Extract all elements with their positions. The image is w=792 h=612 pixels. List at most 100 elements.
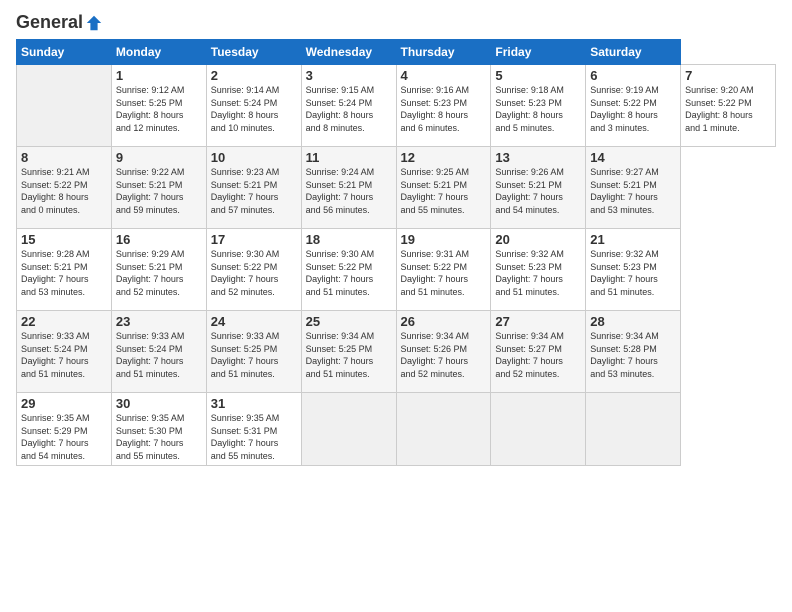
day-info: Sunrise: 9:33 AM Sunset: 5:24 PM Dayligh… (21, 330, 107, 380)
calendar-cell: 3Sunrise: 9:15 AM Sunset: 5:24 PM Daylig… (301, 65, 396, 147)
week-row-1: 1Sunrise: 9:12 AM Sunset: 5:25 PM Daylig… (17, 65, 776, 147)
day-info: Sunrise: 9:22 AM Sunset: 5:21 PM Dayligh… (116, 166, 202, 216)
day-info: Sunrise: 9:35 AM Sunset: 5:29 PM Dayligh… (21, 412, 107, 462)
calendar-cell: 29Sunrise: 9:35 AM Sunset: 5:29 PM Dayli… (17, 393, 112, 466)
day-info: Sunrise: 9:14 AM Sunset: 5:24 PM Dayligh… (211, 84, 297, 134)
calendar-cell: 11Sunrise: 9:24 AM Sunset: 5:21 PM Dayli… (301, 147, 396, 229)
calendar-cell: 31Sunrise: 9:35 AM Sunset: 5:31 PM Dayli… (206, 393, 301, 466)
calendar-cell: 28Sunrise: 9:34 AM Sunset: 5:28 PM Dayli… (586, 311, 681, 393)
day-number: 25 (306, 314, 392, 329)
day-info: Sunrise: 9:12 AM Sunset: 5:25 PM Dayligh… (116, 84, 202, 134)
calendar-cell: 22Sunrise: 9:33 AM Sunset: 5:24 PM Dayli… (17, 311, 112, 393)
calendar-cell: 24Sunrise: 9:33 AM Sunset: 5:25 PM Dayli… (206, 311, 301, 393)
day-info: Sunrise: 9:34 AM Sunset: 5:28 PM Dayligh… (590, 330, 676, 380)
day-info: Sunrise: 9:28 AM Sunset: 5:21 PM Dayligh… (21, 248, 107, 298)
day-number: 30 (116, 396, 202, 411)
week-row-2: 8Sunrise: 9:21 AM Sunset: 5:22 PM Daylig… (17, 147, 776, 229)
day-info: Sunrise: 9:34 AM Sunset: 5:27 PM Dayligh… (495, 330, 581, 380)
column-header-tuesday: Tuesday (206, 40, 301, 65)
calendar: SundayMondayTuesdayWednesdayThursdayFrid… (16, 39, 776, 466)
day-info: Sunrise: 9:30 AM Sunset: 5:22 PM Dayligh… (211, 248, 297, 298)
day-info: Sunrise: 9:24 AM Sunset: 5:21 PM Dayligh… (306, 166, 392, 216)
logo-general-text: General (16, 12, 83, 33)
calendar-cell: 13Sunrise: 9:26 AM Sunset: 5:21 PM Dayli… (491, 147, 586, 229)
day-info: Sunrise: 9:34 AM Sunset: 5:26 PM Dayligh… (401, 330, 487, 380)
logo: General (16, 12, 103, 31)
day-info: Sunrise: 9:30 AM Sunset: 5:22 PM Dayligh… (306, 248, 392, 298)
calendar-cell: 8Sunrise: 9:21 AM Sunset: 5:22 PM Daylig… (17, 147, 112, 229)
calendar-cell: 27Sunrise: 9:34 AM Sunset: 5:27 PM Dayli… (491, 311, 586, 393)
day-number: 27 (495, 314, 581, 329)
day-number: 2 (211, 68, 297, 83)
calendar-header-row: SundayMondayTuesdayWednesdayThursdayFrid… (17, 40, 776, 65)
day-number: 29 (21, 396, 107, 411)
calendar-cell: 1Sunrise: 9:12 AM Sunset: 5:25 PM Daylig… (111, 65, 206, 147)
week-row-3: 15Sunrise: 9:28 AM Sunset: 5:21 PM Dayli… (17, 229, 776, 311)
day-info: Sunrise: 9:23 AM Sunset: 5:21 PM Dayligh… (211, 166, 297, 216)
day-info: Sunrise: 9:32 AM Sunset: 5:23 PM Dayligh… (495, 248, 581, 298)
calendar-cell: 25Sunrise: 9:34 AM Sunset: 5:25 PM Dayli… (301, 311, 396, 393)
day-info: Sunrise: 9:19 AM Sunset: 5:22 PM Dayligh… (590, 84, 676, 134)
column-header-monday: Monday (111, 40, 206, 65)
calendar-cell: 6Sunrise: 9:19 AM Sunset: 5:22 PM Daylig… (586, 65, 681, 147)
calendar-cell (396, 393, 491, 466)
day-number: 18 (306, 232, 392, 247)
day-number: 28 (590, 314, 676, 329)
calendar-cell: 14Sunrise: 9:27 AM Sunset: 5:21 PM Dayli… (586, 147, 681, 229)
calendar-cell: 20Sunrise: 9:32 AM Sunset: 5:23 PM Dayli… (491, 229, 586, 311)
week-row-5: 29Sunrise: 9:35 AM Sunset: 5:29 PM Dayli… (17, 393, 776, 466)
calendar-cell: 17Sunrise: 9:30 AM Sunset: 5:22 PM Dayli… (206, 229, 301, 311)
calendar-cell (301, 393, 396, 466)
day-info: Sunrise: 9:21 AM Sunset: 5:22 PM Dayligh… (21, 166, 107, 216)
day-info: Sunrise: 9:15 AM Sunset: 5:24 PM Dayligh… (306, 84, 392, 134)
calendar-cell: 16Sunrise: 9:29 AM Sunset: 5:21 PM Dayli… (111, 229, 206, 311)
day-number: 12 (401, 150, 487, 165)
day-info: Sunrise: 9:33 AM Sunset: 5:25 PM Dayligh… (211, 330, 297, 380)
day-info: Sunrise: 9:34 AM Sunset: 5:25 PM Dayligh… (306, 330, 392, 380)
day-number: 5 (495, 68, 581, 83)
day-info: Sunrise: 9:26 AM Sunset: 5:21 PM Dayligh… (495, 166, 581, 216)
day-number: 15 (21, 232, 107, 247)
day-info: Sunrise: 9:25 AM Sunset: 5:21 PM Dayligh… (401, 166, 487, 216)
day-info: Sunrise: 9:32 AM Sunset: 5:23 PM Dayligh… (590, 248, 676, 298)
day-number: 24 (211, 314, 297, 329)
day-info: Sunrise: 9:35 AM Sunset: 5:30 PM Dayligh… (116, 412, 202, 462)
calendar-cell: 19Sunrise: 9:31 AM Sunset: 5:22 PM Dayli… (396, 229, 491, 311)
day-number: 17 (211, 232, 297, 247)
day-info: Sunrise: 9:33 AM Sunset: 5:24 PM Dayligh… (116, 330, 202, 380)
day-number: 26 (401, 314, 487, 329)
calendar-cell: 30Sunrise: 9:35 AM Sunset: 5:30 PM Dayli… (111, 393, 206, 466)
column-header-thursday: Thursday (396, 40, 491, 65)
calendar-cell: 18Sunrise: 9:30 AM Sunset: 5:22 PM Dayli… (301, 229, 396, 311)
day-number: 11 (306, 150, 392, 165)
calendar-cell (586, 393, 681, 466)
day-number: 14 (590, 150, 676, 165)
day-number: 19 (401, 232, 487, 247)
column-header-sunday: Sunday (17, 40, 112, 65)
day-number: 13 (495, 150, 581, 165)
calendar-cell (491, 393, 586, 466)
calendar-cell: 2Sunrise: 9:14 AM Sunset: 5:24 PM Daylig… (206, 65, 301, 147)
calendar-cell: 5Sunrise: 9:18 AM Sunset: 5:23 PM Daylig… (491, 65, 586, 147)
header: General (16, 12, 776, 31)
calendar-cell: 9Sunrise: 9:22 AM Sunset: 5:21 PM Daylig… (111, 147, 206, 229)
day-number: 22 (21, 314, 107, 329)
calendar-cell: 15Sunrise: 9:28 AM Sunset: 5:21 PM Dayli… (17, 229, 112, 311)
calendar-cell: 21Sunrise: 9:32 AM Sunset: 5:23 PM Dayli… (586, 229, 681, 311)
day-number: 3 (306, 68, 392, 83)
calendar-cell: 23Sunrise: 9:33 AM Sunset: 5:24 PM Dayli… (111, 311, 206, 393)
day-info: Sunrise: 9:16 AM Sunset: 5:23 PM Dayligh… (401, 84, 487, 134)
day-number: 20 (495, 232, 581, 247)
day-number: 10 (211, 150, 297, 165)
day-number: 31 (211, 396, 297, 411)
page: General SundayMondayTuesdayWednesdayThur… (0, 0, 792, 612)
column-header-wednesday: Wednesday (301, 40, 396, 65)
column-header-saturday: Saturday (586, 40, 681, 65)
calendar-cell: 10Sunrise: 9:23 AM Sunset: 5:21 PM Dayli… (206, 147, 301, 229)
calendar-cell: 4Sunrise: 9:16 AM Sunset: 5:23 PM Daylig… (396, 65, 491, 147)
week-row-4: 22Sunrise: 9:33 AM Sunset: 5:24 PM Dayli… (17, 311, 776, 393)
day-info: Sunrise: 9:35 AM Sunset: 5:31 PM Dayligh… (211, 412, 297, 462)
calendar-cell (17, 65, 112, 147)
day-number: 6 (590, 68, 676, 83)
day-number: 8 (21, 150, 107, 165)
